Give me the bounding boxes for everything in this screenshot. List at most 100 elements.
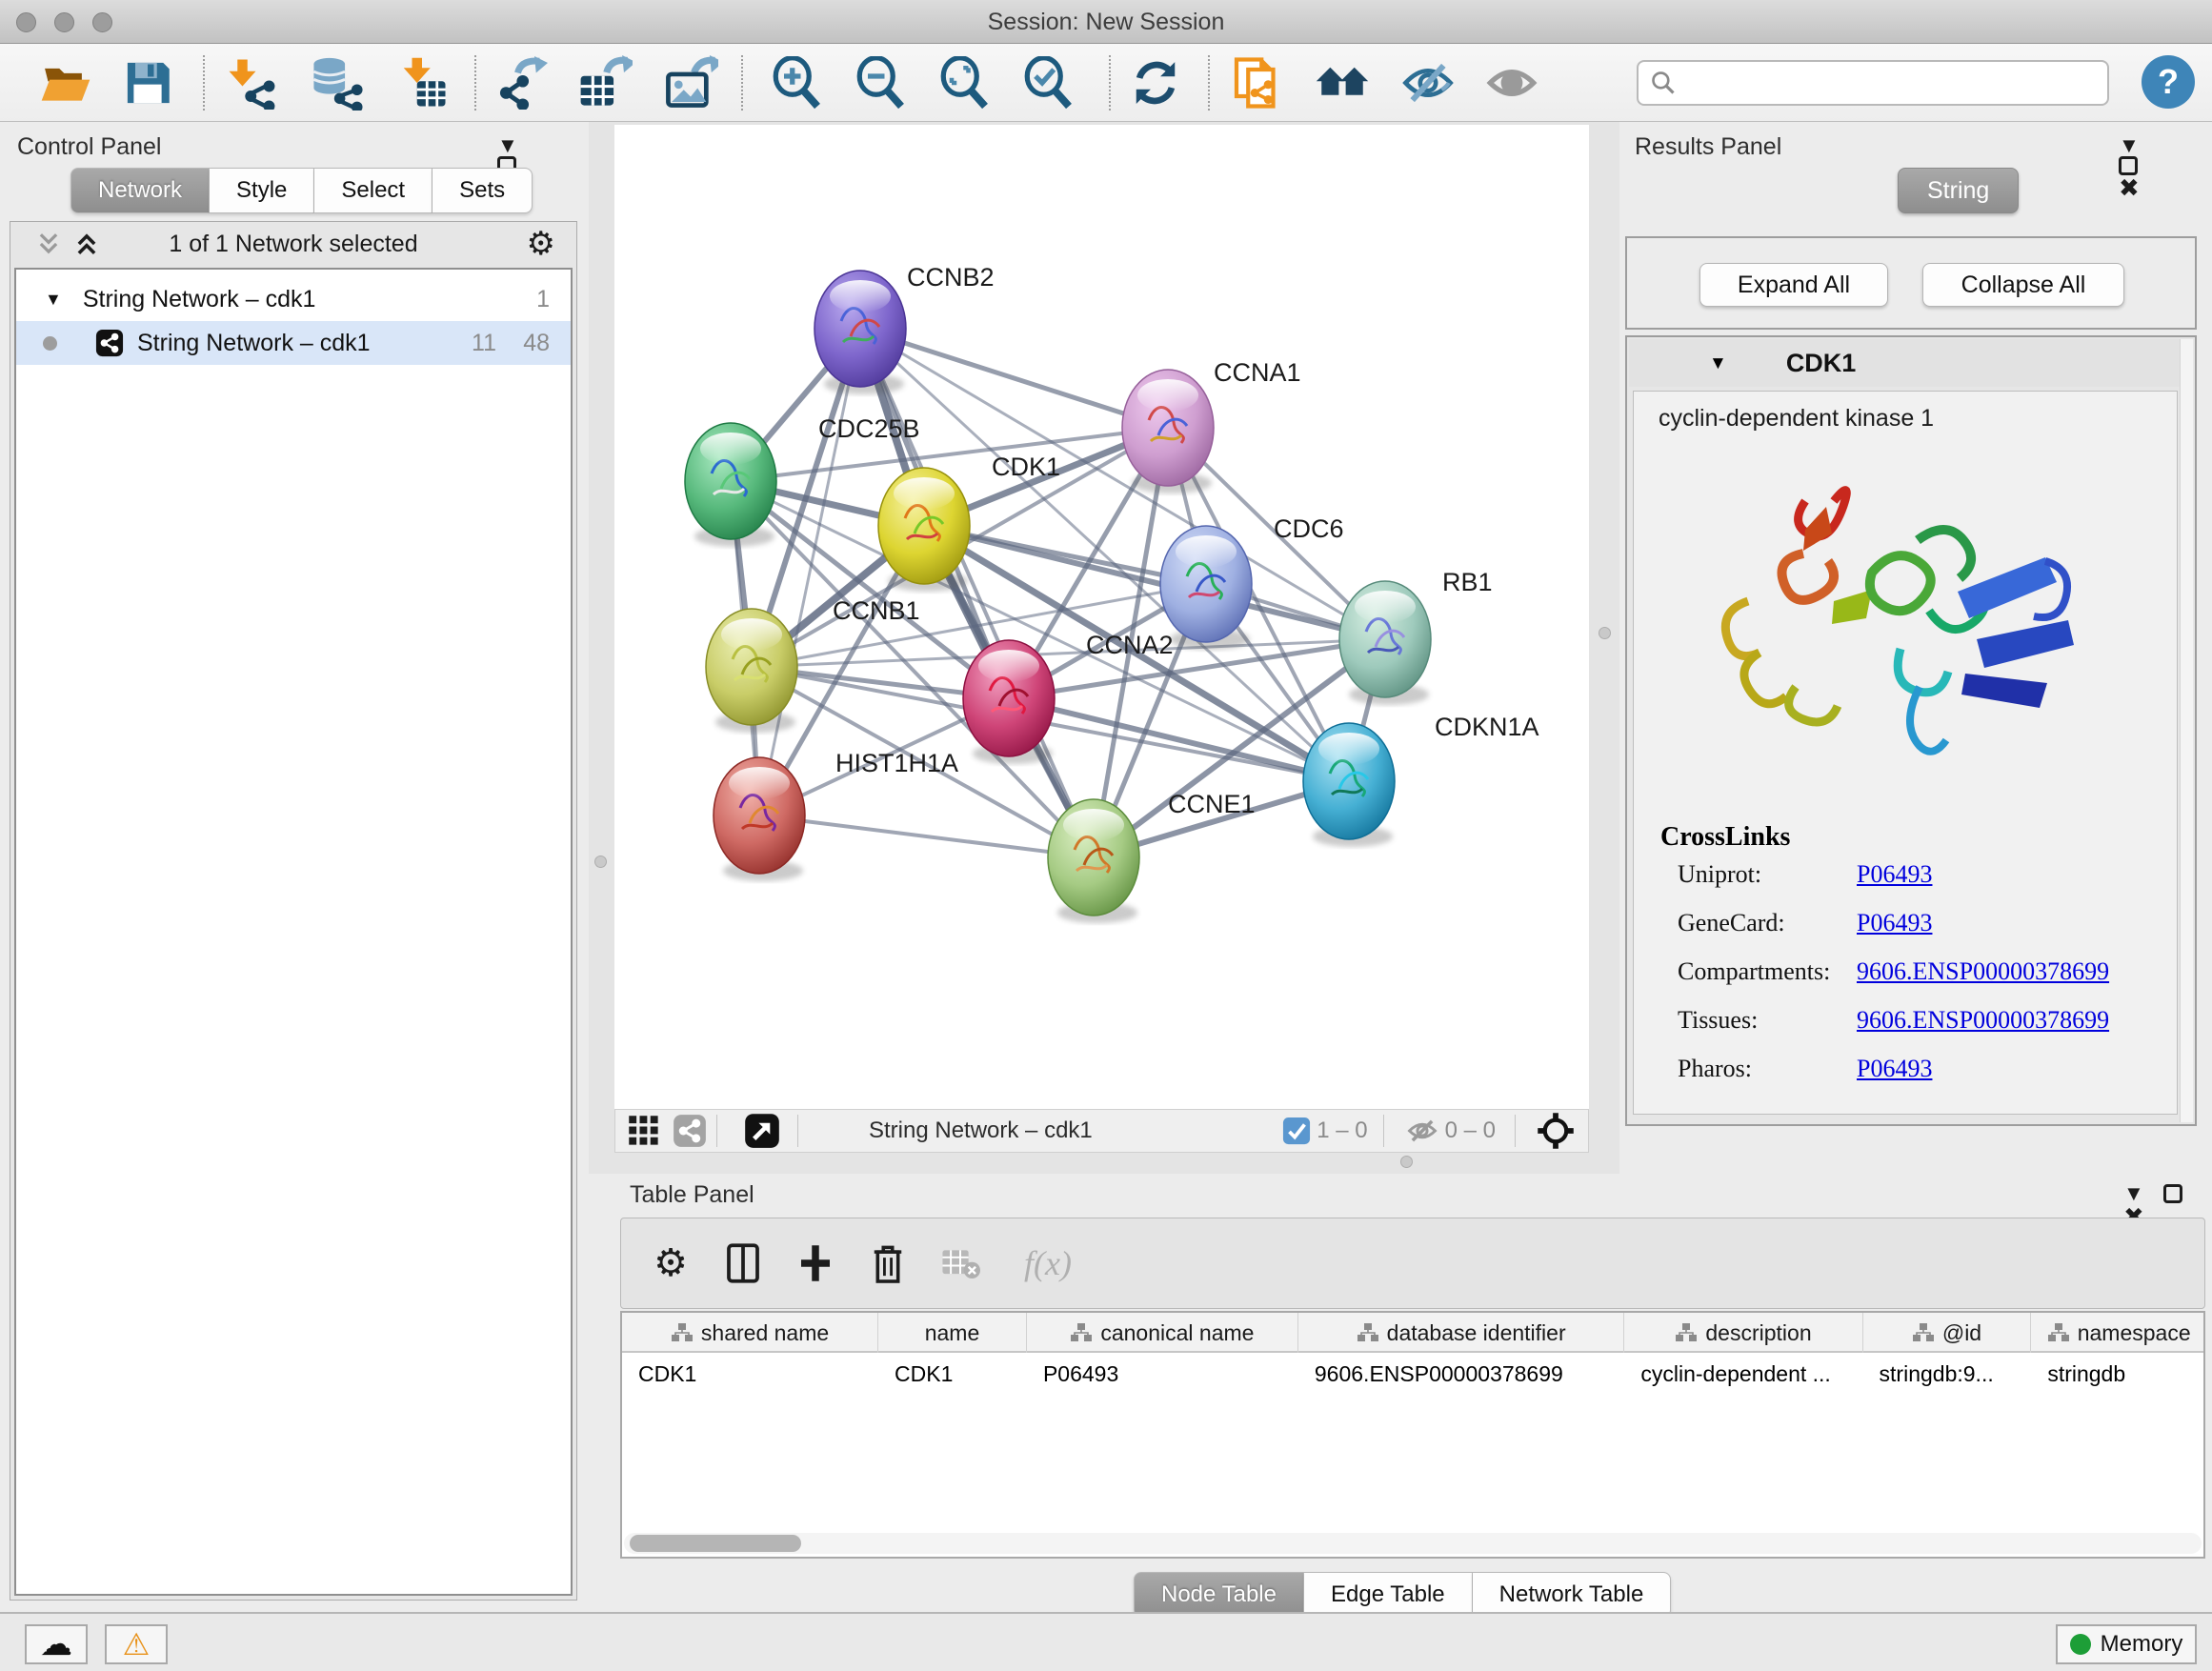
node-HIST1H1A[interactable]: HIST1H1A [714,749,958,881]
import-network-database-icon[interactable] [307,53,366,112]
network-options-gear-icon[interactable]: ⚙ [527,228,555,260]
node-RB1[interactable]: RB1 [1339,568,1493,705]
right-splitter-handle[interactable] [1599,627,1611,639]
results-scrollbar[interactable] [2180,339,2193,1122]
panel-menu-icon[interactable]: ▼ [2119,135,2140,156]
close-window-light[interactable] [16,12,36,32]
table-horizontal-scrollbar[interactable] [624,1533,2202,1554]
table-cell[interactable]: stringdb:9... [1863,1355,2032,1393]
network-collection-row[interactable]: ▼ String Network – cdk1 1 [16,277,571,321]
warning-icon: ⚠ [123,1629,151,1660]
bottom-splitter-handle[interactable] [1400,1156,1413,1168]
table-cell[interactable]: cyclin-dependent ... [1624,1355,1862,1393]
left-splitter-handle[interactable] [594,856,607,868]
tab-network-table[interactable]: Network Table [1473,1572,1672,1618]
column-header-description[interactable]: description [1624,1313,1862,1353]
refresh-view-icon[interactable] [1126,53,1185,112]
zoom-selected-icon[interactable] [1019,53,1078,112]
column-header-namespace[interactable]: namespace [2031,1313,2205,1353]
zoom-out-icon[interactable] [852,53,911,112]
column-header-canonical-name[interactable]: canonical name [1027,1313,1298,1353]
node-CCNE1[interactable]: CCNE1 [1048,790,1256,923]
edge-HIST1H1A-CCNE1[interactable] [759,815,1094,857]
edge-CCNB2-CCNE1[interactable] [860,329,1094,857]
show-columns-icon[interactable] [720,1240,766,1286]
save-session-icon[interactable] [118,53,177,112]
style-home-icon[interactable] [1313,53,1372,112]
gene-entry-header[interactable]: ▼ CDK1 [1629,339,2182,387]
table-cell[interactable]: CDK1 [878,1355,1027,1393]
help-button[interactable]: ? [2142,55,2195,109]
tab-network[interactable]: Network [70,168,210,213]
edge-CCNB2-CCNA1[interactable] [860,329,1168,428]
window-titlebar: Session: New Session [0,0,2212,44]
node-CDC6[interactable]: CDC6 [1160,514,1344,650]
export-network-icon[interactable] [492,53,551,112]
fit-content-crosshair-icon[interactable] [1537,1112,1575,1150]
import-network-file-icon[interactable] [223,53,282,112]
network-canvas[interactable]: CCNB2CCNA1CDC25BCDK1CDC6RB1CCNB1CCNA2CDK… [614,125,1589,1109]
import-table-file-icon[interactable] [392,53,452,112]
clipboard-network-icon[interactable] [1227,53,1286,112]
crosslink-link[interactable]: P06493 [1857,1055,1932,1082]
crosslink-link[interactable]: P06493 [1857,909,1932,936]
delete-column-trash-icon[interactable] [865,1240,911,1286]
warning-button[interactable]: ⚠ [105,1624,168,1664]
tab-sets[interactable]: Sets [432,168,533,213]
crosslink-link[interactable]: 9606.ENSP00000378699 [1857,1006,2109,1034]
panel-menu-icon[interactable]: ▼ [2123,1183,2144,1204]
node-label-RB1: RB1 [1442,568,1493,596]
tab-node-table[interactable]: Node Table [1134,1572,1304,1618]
table-options-gear-icon[interactable]: ⚙ [648,1240,694,1286]
export-image-icon[interactable] [661,53,720,112]
crosslink-link[interactable]: P06493 [1857,860,1932,888]
node-CDK1[interactable]: CDK1 [878,453,1060,592]
create-column-icon[interactable] [793,1240,838,1286]
column-header--id[interactable]: @id [1863,1313,2032,1353]
node-CCNA1[interactable]: CCNA1 [1122,358,1301,493]
open-session-icon[interactable] [36,53,95,112]
show-panel-icon[interactable] [1482,53,1541,112]
birdseye-view-icon[interactable] [744,1113,780,1149]
collapse-all-button[interactable]: Collapse All [1922,263,2124,307]
node-CCNB2[interactable]: CCNB2 [814,263,995,394]
entry-collapse-icon[interactable]: ▼ [1709,354,1727,372]
cloud-button[interactable]: ☁ [25,1624,88,1664]
memory-button[interactable]: Memory [2056,1624,2197,1664]
tab-edge-table[interactable]: Edge Table [1304,1572,1473,1618]
column-header-database-identifier[interactable]: database identifier [1298,1313,1625,1353]
network-row[interactable]: String Network – cdk1 11 48 [16,321,571,365]
grid-view-icon[interactable] [627,1114,661,1148]
panel-close-icon[interactable]: ✖ [2119,175,2140,200]
zoom-fit-icon[interactable] [935,53,995,112]
main-toolbar: ? [0,44,2212,122]
column-header-shared-name[interactable]: shared name [622,1313,878,1353]
panel-float-icon[interactable] [2163,1184,2182,1203]
export-table-icon[interactable] [575,53,634,112]
panel-menu-icon[interactable]: ▼ [497,135,518,156]
table-cell[interactable]: 9606.ENSP00000378699 [1298,1355,1624,1393]
tab-string[interactable]: String [1898,168,2019,213]
minimize-window-light[interactable] [54,12,74,32]
panel-float-icon[interactable] [2119,156,2138,175]
expand-all-button[interactable]: Expand All [1699,263,1888,307]
selected-checkbox-icon[interactable] [1282,1117,1311,1145]
table-cell[interactable]: CDK1 [622,1355,878,1393]
hidden-eye-slash-icon[interactable] [1405,1114,1439,1148]
node-label-CCNA1: CCNA1 [1214,358,1301,387]
network-view-share-icon[interactable] [673,1114,707,1148]
hide-panels-icon[interactable] [1398,53,1458,112]
zoom-in-icon[interactable] [768,53,827,112]
search-input[interactable] [1677,70,2086,96]
zoom-window-light[interactable] [92,12,112,32]
tab-style[interactable]: Style [210,168,314,213]
node-CDKN1A[interactable]: CDKN1A [1303,713,1539,847]
shared-column-icon [1070,1322,1093,1343]
tab-select[interactable]: Select [314,168,432,213]
collection-expand-icon[interactable]: ▼ [45,291,62,308]
crosslink-link[interactable]: 9606.ENSP00000378699 [1857,957,2109,985]
table-cell[interactable]: stringdb [2031,1355,2205,1393]
table-cell[interactable]: P06493 [1027,1355,1298,1393]
column-header-name[interactable]: name [878,1313,1027,1353]
table-row[interactable]: CDK1CDK1P064939606.ENSP00000378699cyclin… [622,1355,2205,1393]
